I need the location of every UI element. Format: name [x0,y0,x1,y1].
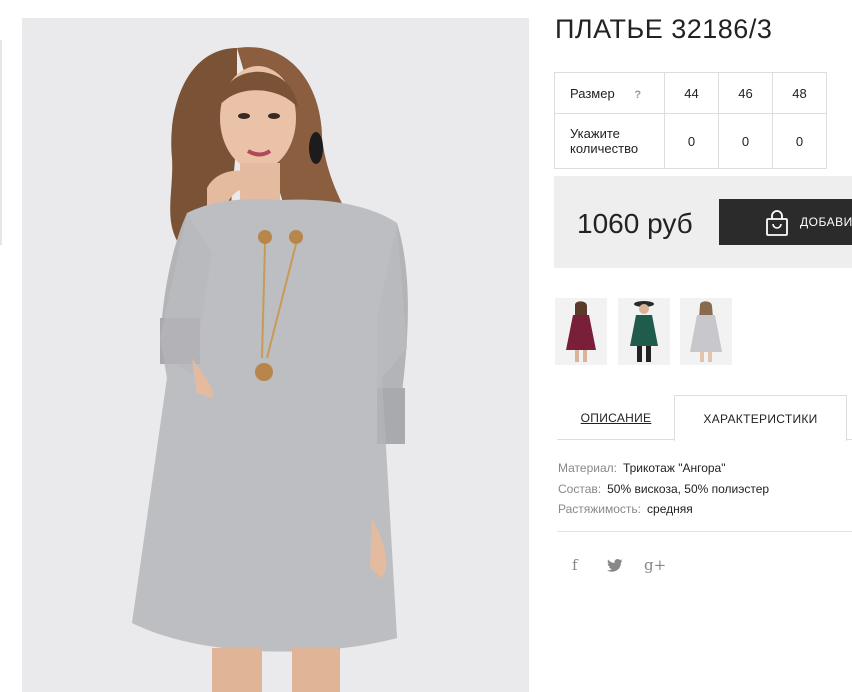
characteristic-value: Трикотаж "Ангора" [622,461,726,475]
product-main-photo[interactable] [22,18,529,692]
thumbnail-grey[interactable] [680,298,732,365]
twitter-icon[interactable] [607,559,623,572]
price-bar: 1060 руб ДОБАВИ [554,176,852,268]
quantity-input-46[interactable]: 0 [718,113,773,169]
quantity-input-48[interactable]: 0 [772,113,827,169]
quantity-label-line1: Укажите [570,126,620,141]
characteristic-label: Состав: [558,481,602,496]
thumbnail-green[interactable] [618,298,670,365]
size-44: 44 [664,72,719,114]
grey-dress-image [690,301,722,362]
product-tabs: ОПИСАНИЕ ХАРАКТЕРИСТИКИ [557,395,852,441]
tab-underline-rest [847,395,852,440]
quantity-input-44[interactable]: 0 [664,113,719,169]
quantity-label-line2: количество [570,141,639,156]
googleplus-icon[interactable]: g+ [644,556,666,574]
tab-description[interactable]: ОПИСАНИЕ [557,395,675,440]
thumbnail-burgundy[interactable] [555,298,607,365]
characteristic-label: Материал: [558,461,617,475]
size-48: 48 [772,72,827,114]
size-label-cell: Размер ? [554,72,665,114]
burgundy-dress-image [566,301,596,362]
model-illustration [132,47,408,692]
characteristic-row: Растяжимость: средняя [558,499,769,520]
add-to-cart-button[interactable]: ДОБАВИ [719,199,852,245]
shopping-bag-icon [766,210,788,236]
characteristic-value: 50% вискоза, 50% полиэстер [607,481,770,496]
tab-characteristics[interactable]: ХАРАКТЕРИСТИКИ [674,395,847,441]
green-dress-image [630,301,658,362]
characteristic-label: Растяжимость: [558,502,642,516]
product-title: ПЛАТЬЕ 32186/3 [555,14,773,44]
size-46: 46 [718,72,773,114]
characteristic-row: Состав: 50% вискоза, 50% полиэстер [558,479,769,500]
quantity-label-cell: Укажите количество [554,113,665,169]
characteristic-row: Материал: Трикотаж "Ангора" [558,458,769,479]
add-to-cart-label: ДОБАВИ [800,215,852,229]
size-label: Размер [570,85,615,101]
facebook-icon[interactable]: f [572,556,578,574]
left-edge-strip [0,40,2,245]
size-help-icon[interactable]: ? [634,89,641,101]
characteristics-list: Материал: Трикотаж "Ангора" Состав: 50% ви… [558,458,769,520]
size-quantity-table: Размер ? 44 46 48 Укажите количество 0 0… [554,72,827,169]
characteristic-value: средняя [647,502,693,516]
product-price: 1060 руб [577,208,693,239]
divider [557,531,852,532]
